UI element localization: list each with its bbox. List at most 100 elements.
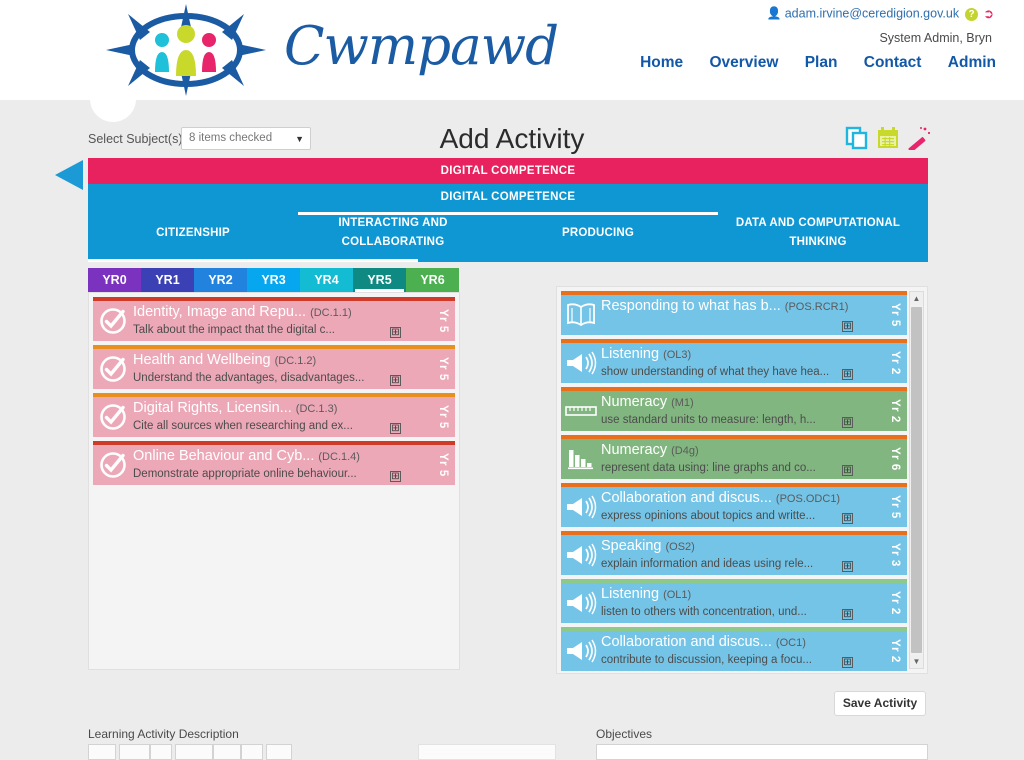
expand-plus-icon[interactable]: ⊞ — [390, 423, 401, 434]
expand-plus-icon[interactable]: ⊞ — [842, 465, 853, 476]
outcome-code: (POS.ODC1) — [775, 493, 841, 505]
available-outcome-card[interactable]: Listening (OL3) show understanding of wha… — [561, 339, 907, 383]
outcome-title-text: Digital Rights, Licensin... — [133, 400, 292, 416]
selected-outcome-card-body: Digital Rights, Licensin... (DC.1.3) Cite… — [133, 397, 431, 437]
available-outcome-card-title: Numeracy (D4g) — [601, 442, 883, 460]
available-outcome-card-body: Numeracy (D4g) represent data using: line… — [601, 439, 883, 479]
toolbar-button-3[interactable] — [150, 744, 172, 760]
objectives-input[interactable] — [596, 744, 928, 760]
year-label: Yr 2 — [889, 399, 901, 423]
year-tab-yr3[interactable]: YR3 — [247, 268, 300, 292]
selected-outcome-card-title: Digital Rights, Licensin... (DC.1.3) — [133, 400, 431, 418]
year-tab-yr6[interactable]: YR6 — [406, 268, 459, 292]
year-tab-yr5[interactable]: YR5 — [353, 268, 406, 292]
banner-segment-citizenship[interactable]: CITIZENSHIP — [88, 224, 298, 243]
expand-plus-icon[interactable]: ⊞ — [842, 561, 853, 572]
expand-plus-icon[interactable]: ⊞ — [842, 321, 853, 332]
banner-band-secondary: DIGITAL COMPETENCE CITIZENSHIP INTERACTI… — [88, 184, 928, 262]
check-circle-icon — [93, 397, 133, 437]
toolbar-button-6[interactable] — [241, 744, 263, 760]
year-label: Yr 3 — [889, 543, 901, 567]
available-outcome-card-body: Collaboration and discus... (OC1) contrib… — [601, 631, 883, 671]
expand-plus-icon[interactable]: ⊞ — [842, 417, 853, 428]
brand-name: Cwmpawd — [284, 16, 559, 77]
scroll-down-arrow-icon[interactable]: ▼ — [910, 655, 923, 668]
selected-outcome-card[interactable]: Identity, Image and Repu... (DC.1.1) Talk… — [93, 297, 455, 341]
help-icon[interactable]: ? — [965, 7, 979, 21]
outcome-code: (OS2) — [665, 541, 695, 553]
available-outcome-card[interactable]: Numeracy (D4g) represent data using: line… — [561, 435, 907, 479]
vertical-scrollbar[interactable]: ▲ ▼ — [909, 291, 924, 669]
nav-item-admin[interactable]: Admin — [948, 54, 996, 71]
editor-input-area[interactable] — [418, 744, 556, 760]
banner-segment-producing[interactable]: PRODUCING — [488, 224, 708, 243]
year-tab-yr4[interactable]: YR4 — [300, 268, 353, 292]
year-label: Yr 5 — [437, 453, 449, 477]
year-tab-yr0[interactable]: YR0 — [88, 268, 141, 292]
available-outcome-card[interactable]: Numeracy (M1) use standard units to measu… — [561, 387, 907, 431]
expand-plus-icon[interactable]: ⊞ — [390, 375, 401, 386]
brand-logo[interactable]: Cwmpawd — [88, 2, 559, 98]
collapse-arrow-icon[interactable] — [55, 160, 83, 190]
outcome-code: (D4g) — [671, 445, 699, 457]
copy-icon[interactable] — [845, 126, 869, 155]
outcome-title-text: Numeracy — [601, 442, 668, 458]
outcome-title-text: Collaboration and discus... — [601, 634, 772, 650]
available-outcome-card-body: Speaking (OS2) explain information and id… — [601, 535, 883, 575]
toolbar-button-1[interactable] — [88, 744, 116, 760]
scrollbar-thumb[interactable] — [911, 307, 922, 653]
selected-outcome-card[interactable]: Digital Rights, Licensin... (DC.1.3) Cite… — [93, 393, 455, 437]
available-outcomes-panel: Responding to what has b... (POS.RCR1) ⊞ Y… — [556, 286, 928, 674]
available-outcome-card[interactable]: Listening (OL1) listen to others with con… — [561, 579, 907, 623]
nav-item-contact[interactable]: Contact — [864, 54, 922, 71]
logout-icon[interactable]: ➲ — [983, 6, 994, 21]
expand-plus-icon[interactable]: ⊞ — [842, 513, 853, 524]
expand-plus-icon[interactable]: ⊞ — [842, 369, 853, 380]
scroll-up-arrow-icon[interactable]: ▲ — [910, 292, 923, 305]
outcome-code: (DC.1.3) — [295, 403, 338, 415]
selected-outcome-card[interactable]: Online Behaviour and Cyb... (DC.1.4) Demo… — [93, 441, 455, 485]
calendar-icon[interactable] — [876, 126, 900, 155]
toolbar-button-4[interactable] — [175, 744, 213, 760]
available-outcome-card[interactable]: Collaboration and discus... (OC1) contrib… — [561, 627, 907, 671]
banner-segment-interacting[interactable]: INTERACTING AND COLLABORATING — [298, 214, 488, 252]
competence-banner: DIGITAL COMPETENCE DIGITAL COMPETENCE CI… — [88, 158, 928, 262]
toolbar-button-2[interactable] — [119, 744, 150, 760]
available-outcome-card-description: use standard units to measure: length, h… — [601, 414, 816, 426]
outcome-title-text: Listening — [601, 346, 660, 362]
available-outcome-card[interactable]: Responding to what has b... (POS.RCR1) ⊞ Y… — [561, 291, 907, 335]
year-tab-yr1[interactable]: YR1 — [141, 268, 194, 292]
outcome-title-text: Listening — [601, 586, 660, 602]
nav-item-home[interactable]: Home — [640, 54, 683, 71]
year-tab-yr2[interactable]: YR2 — [194, 268, 247, 292]
nav-item-overview[interactable]: Overview — [709, 54, 778, 71]
expand-plus-icon[interactable]: ⊞ — [390, 327, 401, 338]
magic-wand-icon[interactable] — [907, 126, 931, 155]
outcome-code: (POS.RCR1) — [784, 301, 849, 313]
banner-segment-data-thinking[interactable]: DATA AND COMPUTATIONAL THINKING — [708, 214, 928, 252]
toolbar-group-4 — [266, 744, 292, 760]
outcome-title-text: Responding to what has b... — [601, 298, 781, 314]
available-outcome-card[interactable]: Speaking (OS2) explain information and id… — [561, 531, 907, 575]
available-outcome-card[interactable]: Collaboration and discus... (POS.ODC1) ex… — [561, 483, 907, 527]
selected-outcome-card-description: Cite all sources when researching and ex… — [133, 420, 353, 432]
megaphone-icon — [561, 583, 601, 623]
expand-plus-icon[interactable]: ⊞ — [842, 657, 853, 668]
available-outcome-card-body: Listening (OL1) listen to others with con… — [601, 583, 883, 623]
outcome-title-text: Online Behaviour and Cyb... — [133, 448, 315, 464]
nav-item-plan[interactable]: Plan — [805, 54, 838, 71]
save-activity-button[interactable]: Save Activity — [834, 691, 926, 716]
outcome-title-text: Collaboration and discus... — [601, 490, 772, 506]
available-outcome-card-title: Speaking (OS2) — [601, 538, 883, 556]
selected-outcome-card[interactable]: Health and Wellbeing (DC.1.2) Understand … — [93, 345, 455, 389]
user-email[interactable]: adam.irvine@ceredigion.gov.uk — [785, 6, 959, 20]
expand-plus-icon[interactable]: ⊞ — [842, 609, 853, 620]
check-circle-icon — [93, 301, 133, 341]
toolbar-button-7[interactable] — [266, 744, 292, 760]
page-header: Cwmpawd 👤 adam.irvine@ceredigion.gov.uk? ➲… — [0, 0, 1024, 100]
expand-plus-icon[interactable]: ⊞ — [390, 471, 401, 482]
compass-people-logo-icon — [106, 4, 266, 96]
org-name: System Admin, Bryn — [879, 31, 992, 45]
outcome-code: (OL1) — [663, 589, 692, 601]
toolbar-button-5[interactable] — [213, 744, 241, 760]
